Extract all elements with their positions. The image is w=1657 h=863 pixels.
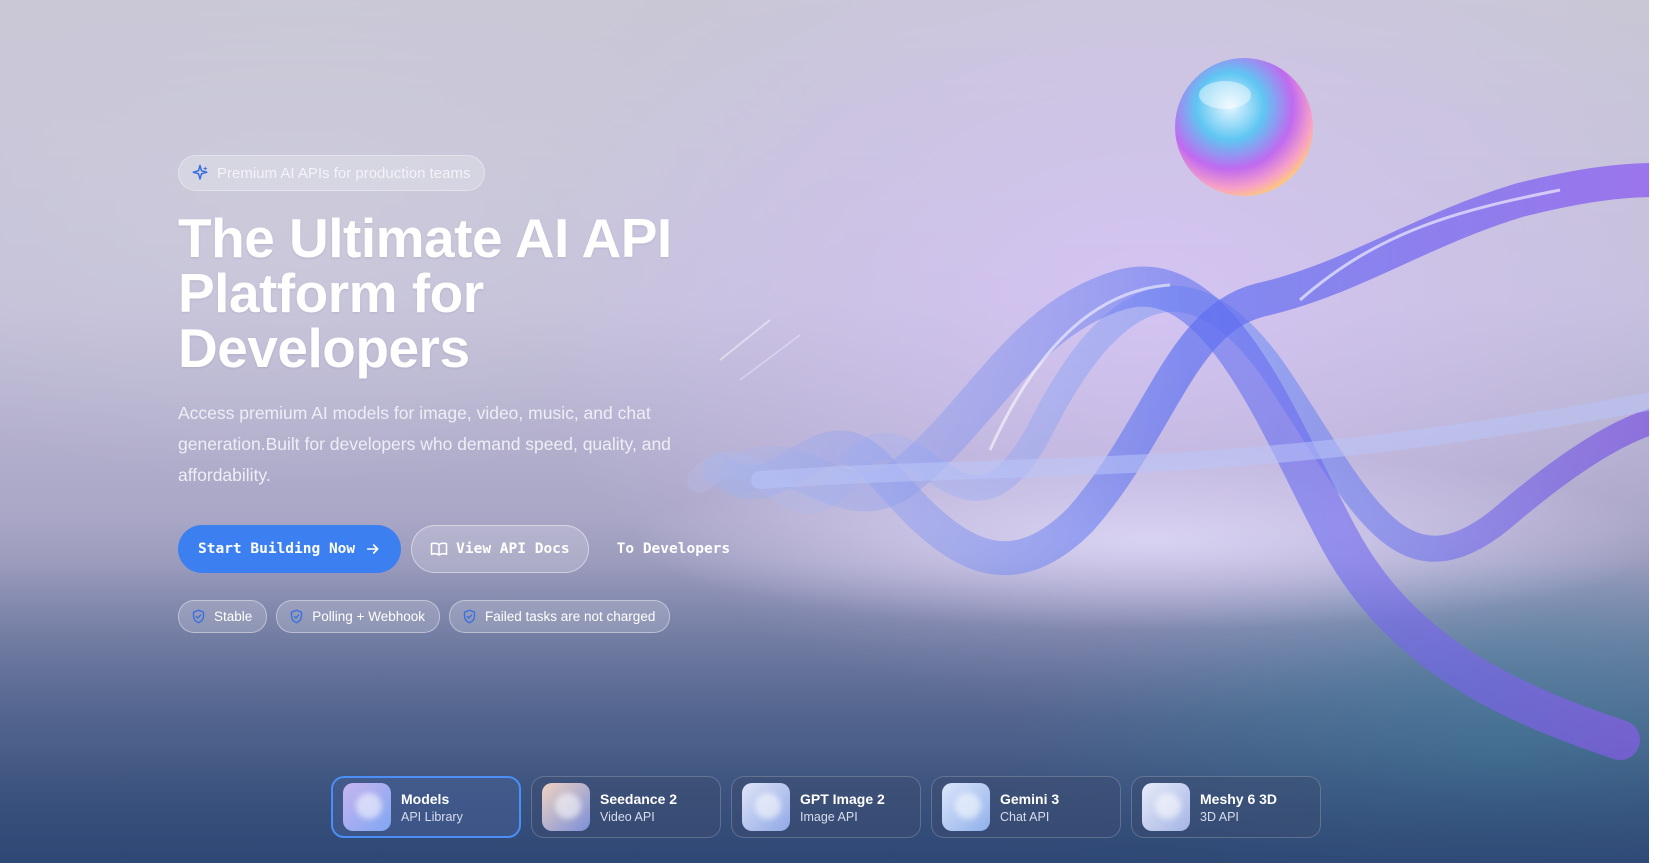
card-title: Meshy 6 3D [1200, 790, 1278, 807]
card-gemini-3[interactable]: Gemini 3 Chat API [931, 776, 1121, 838]
feature-pill: Polling + Webhook [276, 600, 440, 633]
card-title: Gemini 3 [1000, 790, 1060, 807]
hero-content: Premium AI APIs for production teams The… [178, 155, 738, 491]
feature-pill-label: Stable [214, 609, 253, 624]
view-api-docs-button[interactable]: View API Docs [411, 525, 589, 573]
card-subtitle: 3D API [1200, 809, 1239, 824]
title-line: Developers [178, 317, 470, 379]
view-api-docs-label: View API Docs [456, 541, 570, 557]
book-open-icon [430, 542, 448, 556]
sparkle-icon [192, 164, 208, 180]
feature-pills: Stable Polling + Webhook Failed tasks ar… [178, 600, 671, 633]
shield-icon [192, 609, 205, 624]
card-gpt-image-2[interactable]: GPT Image 2 Image API [731, 776, 921, 838]
hero-description: Access premium AI models for image, vide… [178, 403, 671, 485]
product-cards: Models API Library Seedance 2 Video API … [331, 776, 1321, 838]
card-models[interactable]: Models API Library [331, 776, 521, 838]
card-subtitle: Video API [600, 809, 655, 824]
card-thumbnail [742, 783, 790, 831]
card-subtitle: Chat API [1000, 809, 1050, 824]
hero-badge-label: Premium AI APIs for production teams [217, 164, 471, 182]
start-building-button[interactable]: Start Building Now [178, 525, 402, 573]
start-building-label: Start Building Now [198, 541, 356, 557]
card-thumbnail [1142, 783, 1190, 831]
card-thumbnail [942, 783, 990, 831]
shield-icon [463, 609, 476, 624]
feature-pill: Failed tasks are not charged [448, 600, 671, 633]
title-line: The Ultimate AI API [178, 207, 672, 269]
feature-pill-label: Failed tasks are not charged [484, 609, 656, 624]
window-edge [1649, 0, 1657, 863]
card-title: Models [401, 790, 450, 807]
card-thumbnail [343, 783, 391, 831]
card-title: GPT Image 2 [800, 790, 885, 807]
card-subtitle: Image API [800, 809, 858, 824]
shield-icon [291, 609, 303, 624]
page-title: The Ultimate AI API Platform for Develop… [178, 211, 738, 376]
feature-pill-label: Polling + Webhook [312, 609, 425, 624]
card-thumbnail [542, 783, 590, 831]
feature-pill: Stable [178, 600, 268, 633]
arrow-right-icon [367, 544, 379, 554]
to-developers-link[interactable]: To Developers [599, 525, 749, 573]
card-meshy-6-3d[interactable]: Meshy 6 3D 3D API [1131, 776, 1321, 838]
hero-actions: Start Building Now View API Docs To Deve… [178, 525, 748, 573]
title-line: Platform for [178, 262, 484, 324]
hero-badge: Premium AI APIs for production teams [178, 155, 486, 191]
card-seedance-2[interactable]: Seedance 2 Video API [531, 776, 721, 838]
glass-orb-icon [1175, 58, 1313, 196]
card-title: Seedance 2 [600, 790, 678, 807]
card-subtitle: API Library [401, 809, 463, 824]
